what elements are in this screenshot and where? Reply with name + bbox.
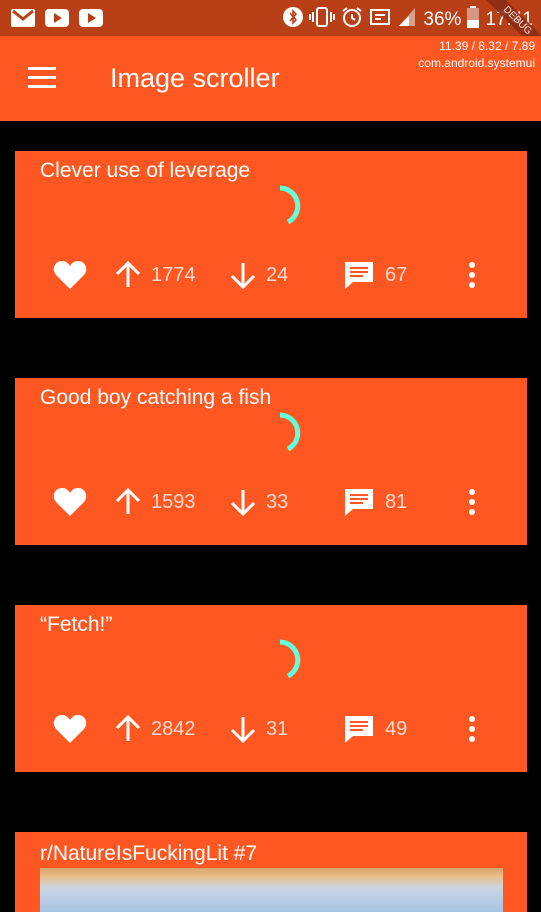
post-card[interactable]: r/NatureIsFuckingLit #7: [15, 832, 527, 912]
app-bar: Image scroller 11.39 / 8.32 / 7.89 com.a…: [0, 36, 541, 121]
downvote-button[interactable]: 24: [230, 255, 288, 295]
more-options-button[interactable]: [467, 482, 477, 522]
comments-button[interactable]: 67: [343, 255, 407, 295]
downvote-button[interactable]: 33: [230, 482, 288, 522]
post-card[interactable]: Clever use of leverage 1774 24 67: [15, 151, 527, 318]
alarm-icon: [341, 6, 363, 34]
arrow-up-icon: [115, 715, 141, 743]
vibrate-icon: [309, 6, 336, 34]
upvote-button[interactable]: 1593: [115, 482, 196, 522]
comment-count: 49: [385, 717, 408, 740]
post-actions: 1774 24 67: [15, 255, 527, 295]
battery-percent: 36%: [423, 9, 462, 30]
downvote-count: 31: [266, 717, 289, 740]
post-card[interactable]: “Fetch!” 2842 31 49: [15, 605, 527, 772]
like-button[interactable]: [53, 482, 87, 522]
post-title: “Fetch!”: [40, 613, 113, 636]
heart-icon: [53, 260, 87, 290]
comments-button[interactable]: 81: [343, 482, 407, 522]
more-vert-icon: [467, 716, 477, 742]
comments-button[interactable]: 49: [343, 709, 407, 749]
upvote-count: 1774: [151, 263, 196, 286]
downvote-count: 24: [266, 263, 289, 286]
bluetooth-icon: [283, 6, 304, 34]
status-bar-notifications: [10, 8, 104, 28]
post-actions: 2842 31 49: [15, 709, 527, 749]
battery-icon: [467, 6, 480, 34]
downvote-button[interactable]: 31: [230, 709, 288, 749]
gmail-icon: [10, 8, 36, 28]
more-vert-icon: [467, 489, 477, 515]
wifi-calling-icon: [369, 6, 391, 34]
post-actions: 1593 33 81: [15, 482, 527, 522]
loading-spinner-icon: [279, 639, 301, 679]
upvote-count: 1593: [151, 490, 196, 513]
comment-icon: [343, 487, 375, 517]
arrow-down-icon: [230, 261, 256, 289]
arrow-up-icon: [115, 261, 141, 289]
youtube-icon: [78, 8, 104, 28]
more-vert-icon: [467, 262, 477, 288]
performance-overlay-frame-times: 11.39 / 8.32 / 7.89: [439, 39, 535, 53]
post-image[interactable]: [40, 868, 503, 912]
downvote-count: 33: [266, 490, 289, 513]
upvote-button[interactable]: 2842: [115, 709, 196, 749]
signal-icon: [397, 6, 417, 34]
status-bar: 36% 17:41 DEBUG: [0, 0, 541, 59]
menu-icon[interactable]: [28, 67, 56, 89]
page-title: Image scroller: [110, 63, 280, 93]
comment-count: 81: [385, 490, 408, 513]
arrow-up-icon: [115, 488, 141, 516]
like-button[interactable]: [53, 709, 87, 749]
more-options-button[interactable]: [467, 709, 477, 749]
performance-overlay: 11.39 / 8.32 / 7.89 com.android.systemui: [418, 38, 535, 72]
arrow-down-icon: [230, 488, 256, 516]
like-button[interactable]: [53, 255, 87, 295]
post-title: r/NatureIsFuckingLit #7: [40, 842, 258, 865]
post-title: Good boy catching a fish: [40, 386, 272, 409]
arrow-down-icon: [230, 715, 256, 743]
youtube-icon: [44, 8, 70, 28]
post-card[interactable]: Good boy catching a fish 1593 33 81: [15, 378, 527, 545]
heart-icon: [53, 714, 87, 744]
upvote-button[interactable]: 1774: [115, 255, 196, 295]
performance-overlay-process: com.android.systemui: [418, 56, 535, 70]
post-title: Clever use of leverage: [40, 159, 251, 182]
comment-count: 67: [385, 263, 408, 286]
comment-icon: [343, 714, 375, 744]
loading-spinner-icon: [279, 185, 301, 225]
more-options-button[interactable]: [467, 255, 477, 295]
heart-icon: [53, 487, 87, 517]
comment-icon: [343, 260, 375, 290]
loading-spinner-icon: [279, 412, 301, 452]
upvote-count: 2842: [151, 717, 196, 740]
